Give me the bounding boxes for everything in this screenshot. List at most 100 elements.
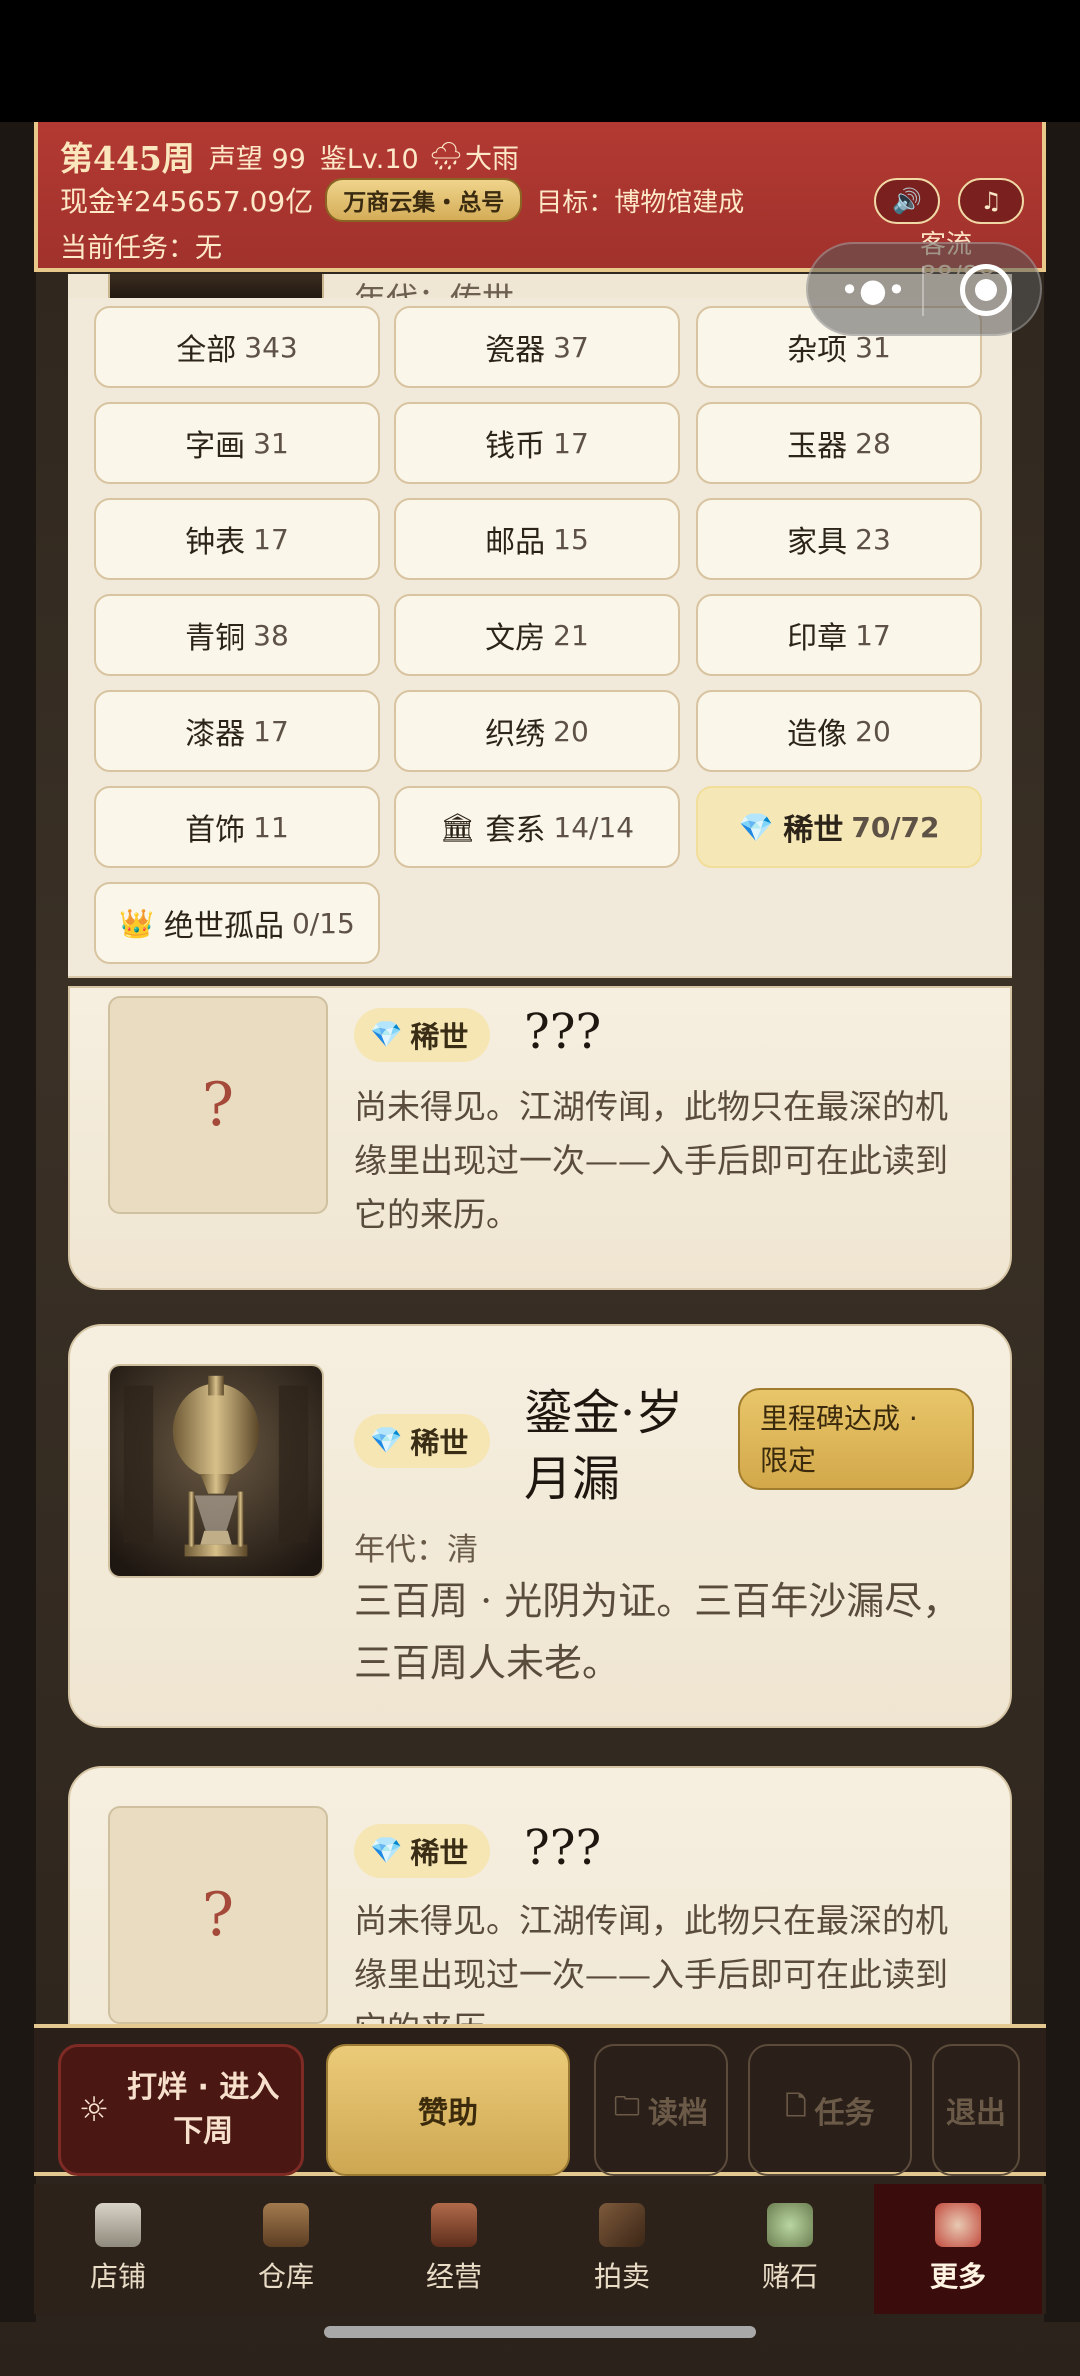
filter-chip[interactable]: 瓷器 37 <box>394 306 680 388</box>
end-week-button[interactable]: ☼ 打烊 · 进入下周 <box>58 2044 304 2176</box>
miniprogram-capsule: •●• <box>806 242 1042 336</box>
speaker-icon: 🔊 <box>892 187 922 215</box>
filter-chip[interactable]: 织绣 20 <box>394 690 680 772</box>
filter-chip[interactable]: 印章 17 <box>696 594 982 676</box>
header-row-1: 第445周 声望 99 鉴Lv.10 🌧 大雨 <box>60 132 519 180</box>
music-button[interactable]: ♫ <box>958 178 1024 224</box>
unknown-item-thumbnail: ? <box>108 996 328 1214</box>
unknown-mark: ? <box>201 1070 235 1140</box>
header-row-2: 现金¥245657.09亿 万商云集・总号 目标：博物馆建成 <box>60 178 744 222</box>
filter-chip[interactable]: 全部 343 <box>94 306 380 388</box>
abacus-icon <box>431 2203 477 2247</box>
rarity-label: 稀世 <box>410 1020 469 1054</box>
filter-chip[interactable]: 👑 绝世孤品 0/15 <box>94 882 380 964</box>
collection-card[interactable]: ? 💎 稀世 ??? 尚未得见。江湖传闻，此物只在最深的机缘里出现过一次——入手… <box>68 986 1012 1290</box>
tab-jade-stone[interactable]: 赌石 <box>706 2184 874 2314</box>
filter-count: 23 <box>855 522 891 556</box>
filter-count: 38 <box>253 618 289 652</box>
filter-chip[interactable]: 玉器 28 <box>696 402 982 484</box>
item-description: 三百周 · 光阴为证。三百年沙漏尽，三百周人未老。 <box>354 1579 961 1685</box>
diamond-icon: 💎 <box>370 1426 403 1456</box>
storm-cloud-icon: 🌧 <box>428 141 463 172</box>
filter-label: 造像 <box>787 717 848 752</box>
filter-label: 文房 <box>485 621 546 656</box>
filter-chip[interactable]: 钟表 17 <box>94 498 380 580</box>
goal-text: 目标：博物馆建成 <box>536 187 745 218</box>
folder-icon: 🗀 <box>613 2092 640 2122</box>
filter-count: 21 <box>553 618 589 652</box>
tasks-button[interactable]: 🗋 任务 <box>748 2044 912 2176</box>
sponsor-label: 赞助 <box>418 2096 478 2131</box>
filter-chip[interactable]: 文房 21 <box>394 594 680 676</box>
tab-treasure-chest[interactable]: 仓库 <box>202 2184 370 2314</box>
item-name: ??? <box>524 1004 602 1060</box>
header-row-3: 当前任务：无 <box>60 226 222 265</box>
tab-storefront[interactable]: 店铺 <box>34 2184 202 2314</box>
filter-count: 20 <box>553 714 589 748</box>
tab-label: 赌石 <box>761 2260 818 2293</box>
filter-chip[interactable]: 邮品 15 <box>394 498 680 580</box>
collection-panel[interactable]: 年代：传世 全部343瓷器37杂项31字画31钱币17玉器28钟表17邮品15家… <box>68 274 1012 2144</box>
tab-abacus[interactable]: 经营 <box>370 2184 538 2314</box>
filter-label: 青铜 <box>185 621 246 656</box>
close-target-icon[interactable] <box>960 264 1012 316</box>
action-bar: ☼ 打烊 · 进入下周 赞助 🗀 读档 🗋 任务 退出 <box>34 2024 1046 2176</box>
tab-lucky-bag[interactable]: 更多 <box>874 2184 1042 2314</box>
week-counter: 第445周 <box>60 139 195 178</box>
music-note-icon: ♫ <box>980 187 1002 215</box>
filter-chip[interactable]: 造像 20 <box>696 690 982 772</box>
filter-chip[interactable]: 💎 稀世 70/72 <box>696 786 982 868</box>
filter-chip[interactable]: 字画 31 <box>94 402 380 484</box>
tab-label: 店铺 <box>89 2260 146 2293</box>
milestone-tag: 里程碑达成 · 限定 <box>738 1388 974 1490</box>
filter-chip[interactable]: 漆器 17 <box>94 690 380 772</box>
hourglass-illustration <box>110 1366 322 1576</box>
filter-label: 稀世 <box>783 813 844 848</box>
tab-label: 仓库 <box>257 2260 314 2293</box>
filter-chip[interactable]: 🏛 套系 14/14 <box>394 786 680 868</box>
sponsor-button[interactable]: 赞助 <box>326 2044 570 2176</box>
storefront-icon <box>95 2203 141 2247</box>
filter-label: 家具 <box>787 525 848 560</box>
status-bar <box>0 0 1080 122</box>
item-description: 尚未得见。江湖传闻，此物只在最深的机缘里出现过一次——入手后即可在此读到它的来历… <box>354 1087 948 1234</box>
exit-button[interactable]: 退出 <box>932 2044 1020 2176</box>
diamond-icon: 💎 <box>370 1020 403 1050</box>
item-name: ??? <box>524 1820 602 1876</box>
filter-label: 绝世孤品 <box>163 909 284 944</box>
museum-icon: 🏛 <box>439 810 476 844</box>
right-frame <box>1044 122 1080 2322</box>
filter-label: 织绣 <box>485 717 546 752</box>
current-task: 当前任务：无 <box>60 233 222 264</box>
filter-label: 字画 <box>185 429 246 464</box>
category-filter: 全部 343 瓷器 37 杂项 31 字画 31 钱币 17 玉器 28 钟表 17 邮品 15 家具 23 青铜 3… <box>68 298 1012 978</box>
filter-count: 343 <box>244 330 298 364</box>
filter-count: 20 <box>855 714 891 748</box>
filter-chip[interactable]: 家具 23 <box>696 498 982 580</box>
rarity-badge: 💎 稀世 <box>354 1008 491 1062</box>
exit-label: 退出 <box>946 2096 1006 2131</box>
home-indicator <box>324 2326 756 2338</box>
diamond-icon: 💎 <box>738 810 774 844</box>
filter-count: 14/14 <box>553 810 635 844</box>
collection-card[interactable]: 💎 稀世 鎏金·岁月漏 里程碑达成 · 限定 年代：清 三百周 · 光阴为证。三… <box>68 1324 1012 1728</box>
item-name: 鎏金·岁月漏 <box>524 1385 684 1507</box>
filter-chip[interactable]: 首饰 11 <box>94 786 380 868</box>
filter-label: 钟表 <box>185 525 246 560</box>
filter-count: 17 <box>855 618 891 652</box>
filter-count: 15 <box>553 522 589 556</box>
jade-stone-icon <box>767 2203 813 2247</box>
more-dots-icon[interactable]: •●• <box>836 272 910 308</box>
reputation: 声望 99 <box>208 143 306 175</box>
load-save-button[interactable]: 🗀 读档 <box>594 2044 728 2176</box>
end-week-label: 打烊 · 进入下周 <box>127 2070 280 2149</box>
weather-label: 大雨 <box>465 143 519 175</box>
filter-chip[interactable]: 钱币 17 <box>394 402 680 484</box>
filter-chip[interactable]: 青铜 38 <box>94 594 380 676</box>
bottom-tab-bar: 店铺 仓库 经营 拍卖 赌石 更多 <box>34 2184 1046 2314</box>
sound-button[interactable]: 🔊 <box>874 178 940 224</box>
rarity-badge: 💎 稀世 <box>354 1824 491 1878</box>
cash-amount: 现金¥245657.09亿 <box>60 185 314 218</box>
left-frame <box>0 122 36 2322</box>
tab-gavel[interactable]: 拍卖 <box>538 2184 706 2314</box>
